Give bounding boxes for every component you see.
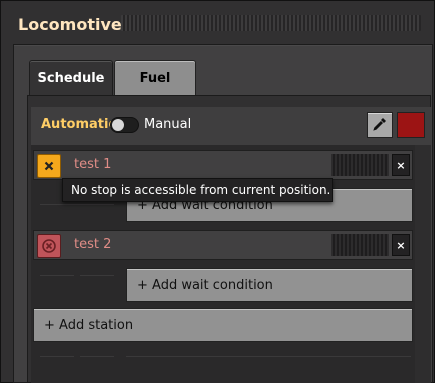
color-swatch[interactable]: [397, 112, 425, 138]
error-circle-icon: [37, 234, 61, 258]
manual-label[interactable]: Manual: [144, 117, 191, 132]
station-progress: [331, 154, 389, 176]
eyedropper-icon: [373, 116, 387, 135]
station-progress: [331, 234, 389, 256]
titlebar[interactable]: Locomotive: [1, 1, 435, 46]
tab-schedule[interactable]: Schedule: [29, 60, 113, 96]
warning-x-icon: [37, 154, 61, 178]
drag-handle[interactable]: [121, 15, 421, 31]
tooltip: No stop is accessible from current posit…: [62, 178, 333, 202]
mode-toggle[interactable]: [110, 117, 139, 133]
add-station-button[interactable]: + Add station: [33, 308, 413, 342]
window-title: Locomotive: [18, 15, 122, 34]
slot-divider: [40, 204, 114, 205]
remove-station-button[interactable]: ×: [392, 154, 410, 176]
slot-divider: [126, 356, 411, 357]
station-row[interactable]: test 1 ×: [33, 150, 413, 180]
add-wait-condition-button[interactable]: + Add wait condition: [126, 268, 413, 302]
tab-fuel[interactable]: Fuel: [114, 60, 196, 96]
toggle-knob: [112, 119, 124, 131]
remove-station-button[interactable]: ×: [392, 234, 410, 256]
station-name: test 1: [74, 157, 112, 172]
slot-divider: [40, 275, 74, 276]
color-picker-button[interactable]: [367, 112, 393, 138]
station-row[interactable]: test 2 ×: [33, 230, 413, 260]
scrollbar[interactable]: [415, 145, 431, 383]
station-name: test 2: [74, 237, 112, 252]
automatic-label[interactable]: Automatic: [41, 117, 116, 132]
slot-divider: [40, 356, 74, 357]
slot-divider: [80, 356, 114, 357]
slot-divider: [80, 275, 114, 276]
